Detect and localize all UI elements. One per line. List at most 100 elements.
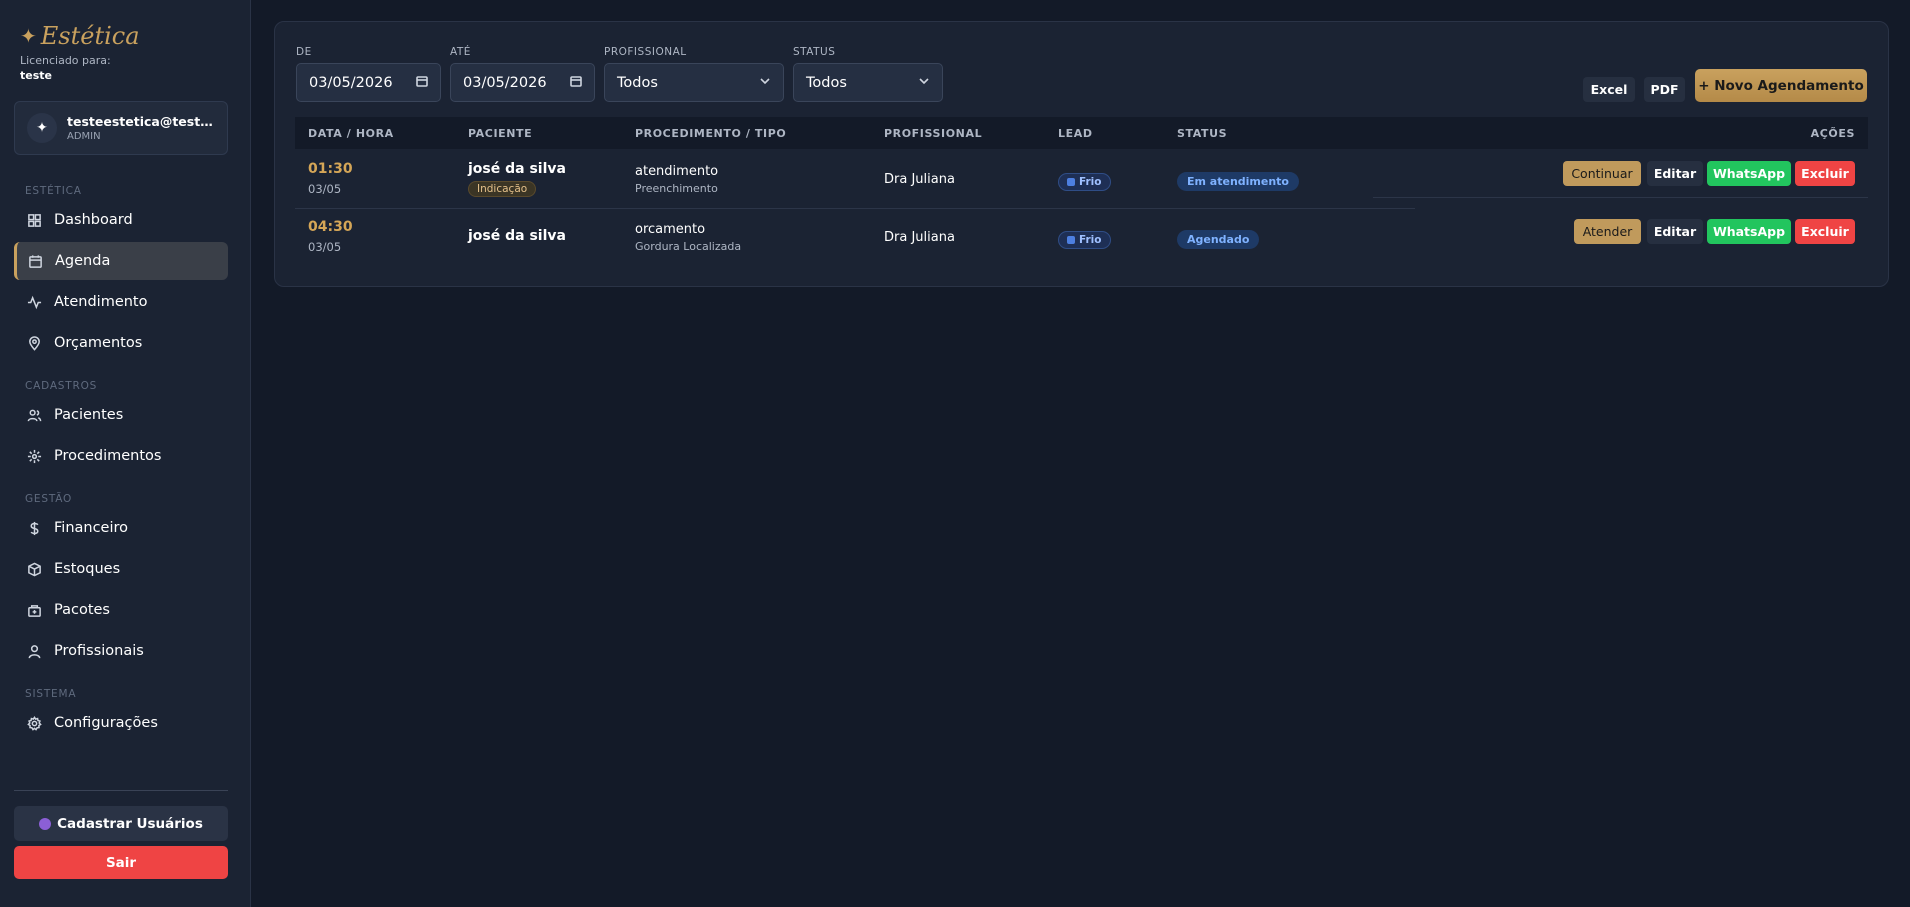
sidebar: ✦ Estética Licenciado para: teste ✦ test… (0, 0, 251, 907)
sidebar-divider (14, 790, 228, 791)
column-header-professional: PROFISSIONAL (884, 127, 983, 140)
professional-name: Dra Juliana (884, 230, 955, 245)
sidebar-item-atendimento[interactable]: Atendimento (14, 283, 228, 321)
lead-label: Frio (1079, 234, 1102, 246)
avatar: ✦ (27, 113, 57, 143)
sidebar-item-label: Profissionais (54, 643, 144, 659)
status-cell: Em atendimento (1177, 170, 1299, 191)
patient-cell: josé da silva (468, 228, 566, 244)
sidebar-item-orcamentos[interactable]: Orçamentos (14, 324, 228, 362)
column-header-lead: LEAD (1058, 127, 1093, 140)
filter-de-label: DE (296, 46, 312, 58)
user-add-icon (39, 817, 52, 830)
brand-title[interactable]: ✦ Estética (20, 22, 140, 50)
sidebar-item-financeiro[interactable]: Financeiro (14, 509, 228, 547)
sidebar-item-estoques[interactable]: Estoques (14, 550, 228, 588)
calendar-icon (416, 75, 428, 91)
grid-icon (26, 212, 42, 228)
sidebar-item-pacotes[interactable]: Pacotes (14, 591, 228, 629)
date-to-value: 03/05/2026 (463, 74, 547, 91)
sidebar-item-configuracoes[interactable]: Configurações (14, 704, 228, 742)
licensed-label: Licenciado para: (20, 54, 111, 67)
sidebar-item-label: Atendimento (54, 294, 148, 310)
user-email: testeestetica@teste.c… (67, 114, 217, 129)
delete-button[interactable]: Excluir (1795, 161, 1855, 186)
procedure-name: atendimento (635, 164, 719, 179)
register-users-label: Cadastrar Usuários (57, 815, 203, 832)
user-role: ADMIN (67, 131, 101, 142)
section-sistema: SISTEMA (25, 688, 77, 700)
calendar-icon (27, 253, 43, 269)
lead-cell: Frio (1058, 229, 1111, 249)
sidebar-item-label: Pacotes (54, 602, 110, 618)
new-appointment-button[interactable]: + Novo Agendamento (1695, 69, 1867, 102)
sidebar-item-label: Agenda (55, 253, 111, 269)
sidebar-item-label: Orçamentos (54, 335, 143, 351)
sidebar-item-procedimentos[interactable]: Procedimentos (14, 437, 228, 475)
appointment-time: 01:30 (308, 161, 353, 177)
gear-icon (26, 715, 42, 731)
referral-tag: Indicação (468, 181, 537, 197)
filter-status-label: STATUS (793, 46, 836, 58)
dollar-icon (26, 520, 42, 536)
user-card[interactable]: ✦ testeestetica@teste.c… ADMIN (14, 101, 228, 155)
patient-name[interactable]: josé da silva (468, 228, 566, 244)
lead-badge: Frio (1058, 173, 1111, 191)
continue-button[interactable]: Continuar (1563, 161, 1641, 186)
whatsapp-button[interactable]: WhatsApp (1707, 219, 1791, 244)
row-divider (1373, 197, 1868, 198)
export-excel-button[interactable]: Excel (1583, 77, 1635, 102)
snowflake-icon (1067, 178, 1075, 186)
status-select-value: Todos (806, 74, 847, 91)
logout-button[interactable]: Sair (14, 846, 228, 879)
sidebar-item-label: Financeiro (54, 520, 129, 536)
filter-ate-label: ATÉ (450, 46, 471, 58)
sidebar-item-label: Dashboard (54, 212, 133, 228)
table-header: DATA / HORA PACIENTE PROCEDIMENTO / TIPO… (295, 117, 1868, 149)
box-icon (26, 561, 42, 577)
status-badge: Agendado (1177, 230, 1260, 249)
agenda-panel: DE 03/05/2026 ATÉ 03/05/2026 PROFISSIONA… (274, 21, 1889, 287)
professional-select[interactable]: Todos (604, 63, 784, 102)
date-to-input[interactable]: 03/05/2026 (450, 63, 595, 102)
sidebar-item-pacientes[interactable]: Pacientes (14, 396, 228, 434)
column-header-procedure: PROCEDIMENTO / TIPO (635, 127, 787, 140)
date-from-value: 03/05/2026 (309, 74, 393, 91)
column-header-status: STATUS (1177, 127, 1228, 140)
section-gestao: GESTÃO (25, 493, 73, 505)
sidebar-item-dashboard[interactable]: Dashboard (14, 201, 228, 239)
patient-name[interactable]: josé da silva (468, 161, 566, 177)
lead-badge: Frio (1058, 231, 1111, 249)
column-header-actions: AÇÕES (1810, 127, 1855, 140)
row-divider (295, 208, 1415, 209)
procedure-type: Gordura Localizada (635, 240, 742, 253)
chevron-down-icon (918, 75, 930, 91)
chevron-down-icon (759, 75, 771, 91)
section-cadastros: CADASTROS (25, 380, 98, 392)
professional-select-value: Todos (617, 74, 658, 91)
package-icon (26, 602, 42, 618)
sidebar-item-profissionais[interactable]: Profissionais (14, 632, 228, 670)
register-users-button[interactable]: Cadastrar Usuários (14, 806, 228, 841)
snowflake-icon (1067, 236, 1075, 244)
sidebar-item-label: Pacientes (54, 407, 124, 423)
edit-button[interactable]: Editar (1647, 161, 1703, 186)
sidebar-item-agenda[interactable]: Agenda (14, 242, 228, 280)
datetime-cell: 01:30 03/05 (308, 161, 353, 196)
users-icon (26, 407, 42, 423)
filter-profissional-label: PROFISSIONAL (604, 46, 687, 58)
edit-button[interactable]: Editar (1647, 219, 1703, 244)
delete-button[interactable]: Excluir (1795, 219, 1855, 244)
appointment-time: 04:30 (308, 219, 353, 235)
status-badge: Em atendimento (1177, 172, 1299, 191)
section-estetica: ESTÉTICA (25, 185, 82, 197)
export-pdf-button[interactable]: PDF (1644, 77, 1685, 102)
date-from-input[interactable]: 03/05/2026 (296, 63, 441, 102)
status-select[interactable]: Todos (793, 63, 943, 102)
whatsapp-button[interactable]: WhatsApp (1707, 161, 1791, 186)
activity-icon (26, 294, 42, 310)
attend-button[interactable]: Atender (1574, 219, 1641, 244)
status-cell: Agendado (1177, 228, 1260, 249)
brand: ✦ Estética Licenciado para: teste (20, 22, 140, 82)
calendar-icon (570, 75, 582, 91)
